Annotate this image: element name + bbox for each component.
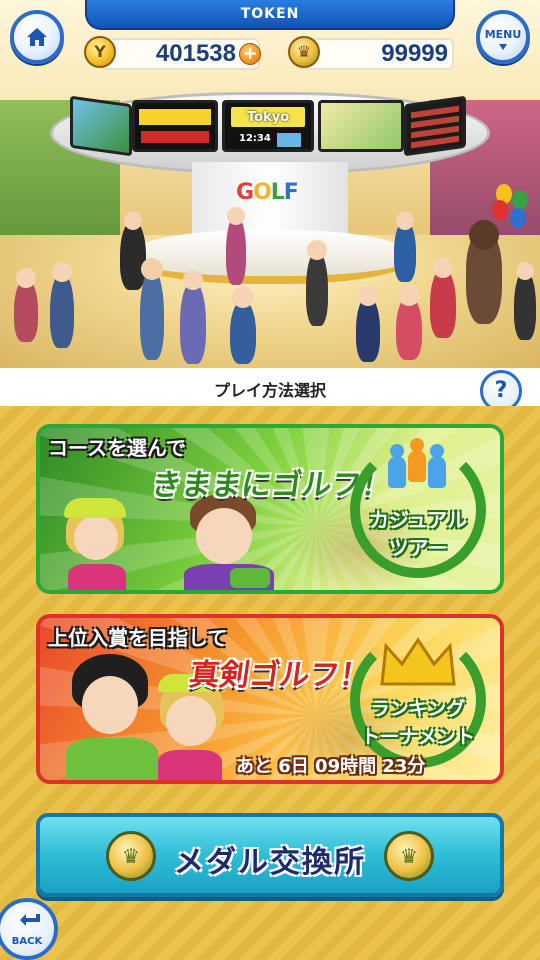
monitor-time-label: 12:34: [239, 133, 271, 144]
ranking-badge-line1: ランキング: [370, 698, 466, 720]
avatar: [230, 286, 256, 364]
menu-button[interactable]: MENU: [476, 10, 530, 64]
casual-tour-button[interactable]: コースを選んで きままにゴルフ！ カジュアル ツアー: [36, 424, 504, 594]
ranking-tournament-badge: ランキング トーナメント: [350, 632, 486, 768]
section-header: プレイ方法選択: [0, 368, 540, 406]
ranking-headline: 真剣ゴルフ！: [187, 658, 372, 693]
balloon: [510, 208, 526, 228]
avatar: [306, 240, 328, 326]
back-arrow-icon: [20, 914, 40, 926]
avatar: [14, 268, 38, 342]
medal-balance: 99999: [381, 40, 448, 67]
monitor-fairway: [318, 100, 404, 152]
casual-badge-line2: ツアー: [388, 536, 448, 560]
home-icon: [27, 28, 47, 46]
monitor-course-view: [70, 95, 132, 157]
avatar: [396, 284, 422, 360]
avatar: [394, 212, 416, 282]
back-label: BACK: [11, 936, 43, 947]
crown-medal-icon: ♛: [384, 831, 434, 881]
menu-label: MENU: [484, 28, 522, 41]
casual-badge-line1: カジュアル: [369, 508, 467, 532]
casual-tour-badge: カジュアル ツアー: [350, 438, 486, 578]
monitor-city: Tokyo 12:34: [222, 100, 314, 152]
casual-tagline: コースを選んで: [48, 436, 186, 460]
coin-balance: 401538: [155, 40, 236, 67]
avatar: [514, 262, 536, 340]
monitor-city-label: Tokyo: [247, 110, 290, 125]
monitor-scoreboard: [404, 95, 466, 157]
avatar: [50, 262, 74, 348]
avatar: [140, 258, 164, 360]
ranking-tournament-button[interactable]: 上位入賞を目指して 真剣ゴルフ！ ランキング トーナメント あと 6日 09時間…: [36, 614, 504, 784]
lobby-scene: Tokyo 12:34 GOLF: [0, 0, 540, 370]
female-golfer-illustration: [60, 498, 140, 590]
golf-logo: GOLF: [236, 180, 299, 205]
reception-counter: [125, 230, 415, 284]
avatar: [226, 207, 246, 285]
add-coins-button[interactable]: +: [239, 43, 261, 65]
male-golfer-illustration: [56, 654, 166, 780]
crown-medal-icon: ♛: [288, 36, 320, 68]
male-golfer-illustration: [170, 490, 280, 590]
crown-icon: [380, 637, 456, 686]
balloon: [492, 200, 508, 220]
medal-exchange-button[interactable]: ♛ メダル交換所 ♛: [36, 813, 504, 897]
avatar: [356, 286, 380, 362]
home-button[interactable]: [10, 10, 64, 64]
golf-coin-icon: Y: [84, 36, 116, 68]
avatar: [430, 258, 456, 338]
chevron-down-icon: [499, 44, 507, 50]
page-title: TOKEN: [85, 0, 455, 30]
ranking-badge-line2: トーナメント: [360, 726, 475, 748]
players-icon: [388, 438, 448, 492]
avatar: [466, 220, 502, 324]
monitor-news: [132, 100, 218, 152]
section-title: プレイ方法選択: [213, 381, 326, 400]
ranking-tagline: 上位入賞を目指して: [48, 626, 228, 650]
balloon: [512, 190, 528, 210]
tournament-time-remaining: あと 6日 09時間 23分: [236, 756, 426, 777]
avatar: [120, 212, 146, 290]
avatar: [180, 270, 206, 364]
